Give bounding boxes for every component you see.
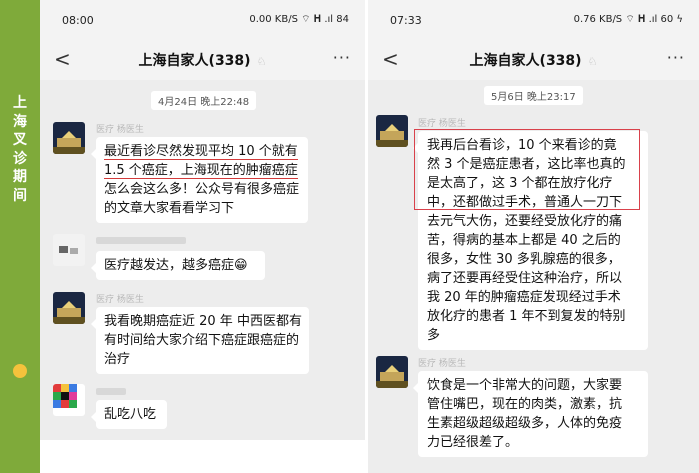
message-line: 多 [427,328,441,343]
bottom-area [40,440,365,473]
more-icon[interactable]: ··· [667,48,685,67]
group-title: 上海自家人(338) ♘ [40,50,365,70]
message-bubble[interactable]: 最近看诊尽然发现平均 10 个就有 1.5 个癌症，上海现在的肿瘤癌症 怎么会这… [91,137,308,223]
sender-name-blurred [96,237,186,244]
status-icons: 0.76 KB/S ⌔ 𝐇 .ıl 60 ϟ [573,14,683,25]
message-timestamp: 4月24日 晚上22:48 [151,91,257,110]
highlight-box [414,129,640,210]
doctor-avatar[interactable] [376,356,408,388]
sidebar-title-char: 叉 [13,132,27,148]
sidebar-title-char: 期 [13,169,27,185]
sidebar-banner: 上 海 叉 诊 期 间 [0,0,40,473]
sender-name: 医疗 杨医生 [418,359,466,369]
message-line: 我 20 年的肿瘤癌症发现经过手术 [427,290,621,305]
sender-name: 医疗 杨医生 [96,295,144,305]
sidebar-title-char: 间 [13,187,27,204]
yellow-dot-icon [13,364,27,378]
message-timestamp: 5月6日 晚上23:17 [484,86,583,105]
sender-name: 医疗 杨医生 [96,125,144,135]
message-line: 最近看诊尽然发现平均 10 个就有 [104,144,298,160]
sidebar-title-char: 上 [13,95,27,111]
group-name: 上海自家人(338) [138,53,251,69]
right-phone-screen: 07:33 0.76 KB/S ⌔ 𝐇 .ıl 60 ϟ < 上海自家人(338… [368,0,699,473]
chat-header: < 上海自家人(338) ♘ ··· [40,40,365,80]
sidebar-title-char: 海 [13,113,27,130]
message-line: 乱吃八吃 [104,407,157,422]
message-line: 1.5 个癌症，上海现在的肿瘤癌症 [104,163,298,179]
doctor-avatar[interactable] [376,115,408,147]
message-line: 管住嘴巴，现在的肉类，激素，抗 [427,397,623,412]
message-line: 治疗 [104,352,131,367]
message-bubble[interactable]: 乱吃八吃 [91,400,167,429]
sidebar-title-char: 诊 [13,150,27,167]
mute-icon: ♘ [587,55,598,68]
message-line: 很多，女性 30 多乳腺癌的很多， [427,252,621,267]
message-line: 有时间给大家介绍下癌症跟癌症的 [104,333,300,348]
message-bubble[interactable]: 饮食是一个非常大的问题，大家要 管住嘴巴，现在的肉类，激素，抗 生素超级超级超级… [413,371,648,457]
message-line: 生素超级超级超级多，人体的免疫 [427,416,623,431]
status-bar: 08:00 0.00 KB/S ⌔ 𝐇 .ıl 84 [40,0,365,40]
user-avatar[interactable] [53,234,85,266]
doctor-avatar[interactable] [53,122,85,154]
group-name: 上海自家人(338) [469,53,582,69]
sender-name: 医疗 杨医生 [418,119,466,129]
chat-header: < 上海自家人(338) ♘ ··· [368,40,699,80]
message-line: 饮食是一个非常大的问题，大家要 [427,378,623,393]
status-bar: 07:33 0.76 KB/S ⌔ 𝐇 .ıl 60 ϟ [368,0,699,40]
left-phone-screen: 08:00 0.00 KB/S ⌔ 𝐇 .ıl 84 < 上海自家人(338) ♘… [40,0,365,473]
status-icons: 0.00 KB/S ⌔ 𝐇 .ıl 84 [249,14,349,25]
message-line: 力已经很差了。 [427,435,519,450]
user-avatar[interactable] [53,384,85,416]
more-icon[interactable]: ··· [333,48,351,67]
message-line: 去元气大伤，还要经受放化疗的痛 [427,214,623,229]
message-line: 怎么会这么多！公众号有很多癌症 [104,182,300,197]
message-line: 病了还要再经受住这种治疗，所以 [427,271,623,286]
message-line: 我看晚期癌症近 20 年 中西医都有 [104,314,302,329]
message-bubble[interactable]: 我看晚期癌症近 20 年 中西医都有 有时间给大家介绍下癌症跟癌症的 治疗 [91,307,309,374]
sidebar-title: 上 海 叉 诊 期 间 [11,94,29,205]
sender-name-blurred [96,388,126,395]
group-title: 上海自家人(338) ♘ [368,50,699,70]
status-time: 08:00 [62,14,94,27]
message-line: 苦，得病的基本上都是 40 之后的 [427,233,621,248]
mute-icon: ♘ [256,55,267,68]
status-time: 07:33 [390,14,422,27]
doctor-avatar[interactable] [53,292,85,324]
message-line: 医疗越发达，越多癌症😁 [104,258,248,273]
message-line: 放化疗的患者 1 年不到复发的特别 [427,309,626,324]
message-bubble[interactable]: 医疗越发达，越多癌症😁 [91,251,265,280]
message-line: 的文章大家看看学习下 [104,201,235,216]
